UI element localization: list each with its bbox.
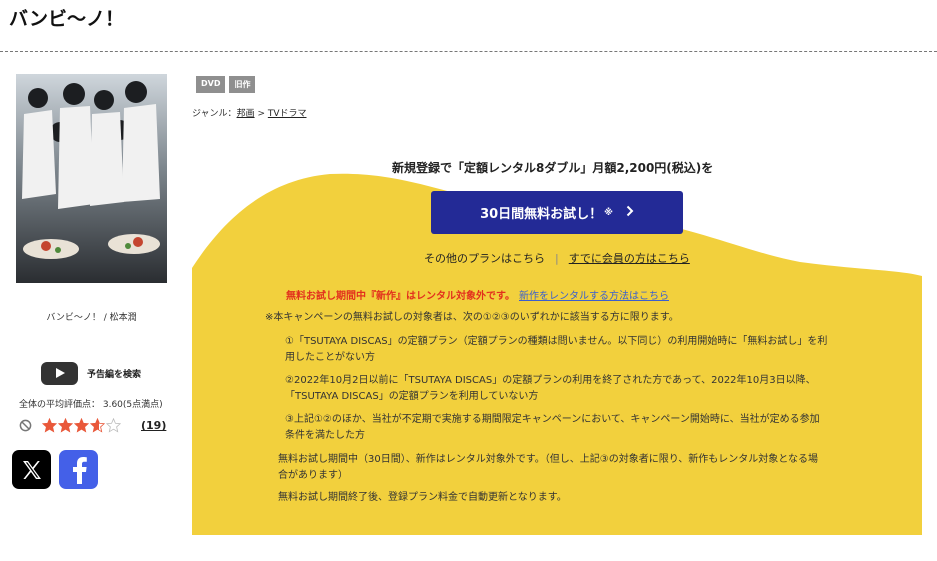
free-trial-label: 30日間無料お試し！ bbox=[480, 207, 603, 222]
trial-note-line-1: 無料お試し期間中（30日間）、新作はレンタル対象外です。（但し、上記③の対象者に… bbox=[278, 454, 818, 465]
condition-2-line-2: 「TSUTAYA DISCAS」の定額プランを利用していない方 bbox=[285, 391, 539, 402]
promo-headline: 新規登録で「定額レンタル8ダブル」月額2,200円(税込)を bbox=[392, 161, 714, 175]
plan-links: その他のプランはこちら | すでに会員の方はこちら bbox=[424, 250, 690, 266]
condition-1-line-1: ①「TSUTAYA DISCAS」の定額プラン（定額プランの種類は問いません。以… bbox=[285, 336, 828, 347]
member-login-link[interactable]: すでに会員の方はこちら bbox=[569, 252, 690, 265]
new-release-rental-link[interactable]: 新作をレンタルする方法はこちら bbox=[519, 291, 669, 302]
condition-1-line-2: 用したことがない方 bbox=[285, 352, 375, 363]
plan-link-separator: | bbox=[555, 252, 559, 265]
eligibility-intro: ※本キャンペーンの無料お試しの対象者は、次の①②③のいずれかに該当する方に限りま… bbox=[265, 312, 679, 323]
other-plans-link[interactable]: その他のプランはこちら bbox=[424, 252, 545, 265]
promo-background bbox=[192, 173, 922, 535]
condition-2-line-1: ②2022年10月2日以前に「TSUTAYA DISCAS」の定額プランの利用を… bbox=[285, 375, 816, 386]
warning-text: 無料お試し期間中『新作』はレンタル対象外です。 bbox=[286, 291, 515, 302]
auto-renewal-note: 無料お試し期間終了後、登録プラン料金で自動更新となります。 bbox=[278, 492, 567, 503]
trial-note-line-2: 合があります） bbox=[278, 470, 348, 481]
new-release-warning: 無料お試し期間中『新作』はレンタル対象外です。 新作をレンタルする方法はこちら bbox=[286, 287, 669, 302]
chevron-right-icon bbox=[626, 205, 634, 221]
free-trial-note-mark: ※ bbox=[604, 207, 613, 218]
condition-3-line-1: ③上記①②のほか、当社が不定期で実施する期間限定キャンペーンにおいて、キャンペー… bbox=[285, 414, 820, 425]
condition-3-line-2: 条件を満たした方 bbox=[285, 430, 365, 441]
free-trial-button[interactable]: 30日間無料お試し！ ※ bbox=[431, 191, 683, 234]
